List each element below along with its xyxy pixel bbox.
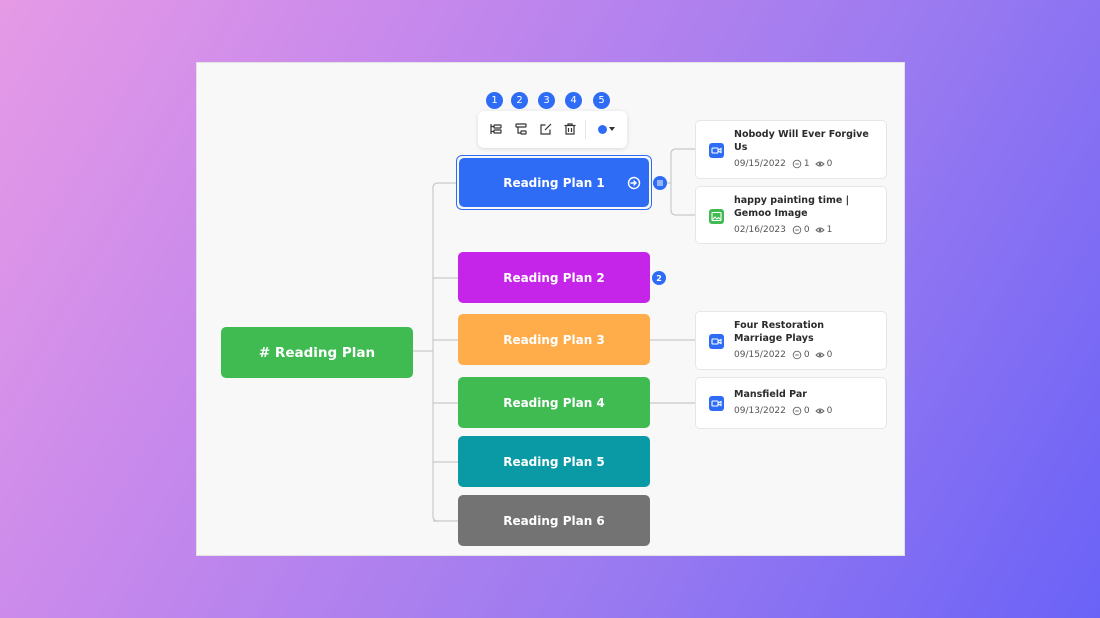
card-title: Four Restoration Marriage Plays xyxy=(734,320,825,344)
node-toolbar xyxy=(478,111,627,148)
image-icon xyxy=(709,209,724,224)
card-date: 09/15/2022 xyxy=(734,159,786,169)
view-count: 1 xyxy=(826,225,833,235)
eye-icon xyxy=(814,350,825,360)
comment-icon xyxy=(792,350,802,360)
comment-icon xyxy=(792,406,802,416)
comment-count: 0 xyxy=(803,225,810,235)
view-count: 0 xyxy=(826,159,833,169)
delete-icon[interactable] xyxy=(562,121,578,137)
attachment-card[interactable]: happy painting time | Gemoo Image 02/16/… xyxy=(695,186,887,244)
color-picker-button[interactable] xyxy=(598,125,607,134)
toolbar-divider xyxy=(585,120,586,139)
branch-label: Reading Plan 1 xyxy=(503,175,605,190)
add-sibling-node-icon[interactable] xyxy=(513,121,529,137)
view-count: 0 xyxy=(826,350,833,360)
comment-icon xyxy=(792,225,802,235)
root-node[interactable]: # Reading Plan xyxy=(221,327,413,378)
comment-count: 1 xyxy=(803,159,810,169)
branch-node-reading-plan-1[interactable]: Reading Plan 1 xyxy=(459,158,649,207)
step-number-4: 4 xyxy=(565,92,582,109)
attachment-card[interactable]: Nobody Will Ever Forgive Us 09/15/2022 1… xyxy=(695,120,887,179)
comment-count: 0 xyxy=(803,350,810,360)
step-number-1: 1 xyxy=(486,92,503,109)
branch-label: Reading Plan 2 xyxy=(503,270,605,285)
attachment-card[interactable]: Four Restoration Marriage Plays 09/15/20… xyxy=(695,311,887,370)
children-count-badge[interactable]: 2 xyxy=(652,271,666,285)
branch-label: Reading Plan 6 xyxy=(503,513,605,528)
step-number-2: 2 xyxy=(511,92,528,109)
eye-icon xyxy=(814,225,825,235)
attachment-card[interactable]: Mansfield Par 09/13/2022 0 0 xyxy=(695,377,887,429)
branch-node-reading-plan-5[interactable]: Reading Plan 5 xyxy=(458,436,650,487)
collapse-toggle-icon[interactable] xyxy=(653,176,667,190)
branch-node-reading-plan-2[interactable]: Reading Plan 2 xyxy=(458,252,650,303)
branch-node-reading-plan-3[interactable]: Reading Plan 3 xyxy=(458,314,650,365)
eye-icon xyxy=(814,406,825,416)
video-icon xyxy=(709,143,724,158)
branch-label: Reading Plan 4 xyxy=(503,395,605,410)
card-meta: 02/16/2023 0 1 xyxy=(734,225,832,235)
card-meta: 09/15/2022 1 0 xyxy=(734,159,832,169)
card-date: 02/16/2023 xyxy=(734,225,786,235)
root-node-label: # Reading Plan xyxy=(258,344,376,361)
edit-icon[interactable] xyxy=(538,121,554,137)
chevron-down-icon[interactable] xyxy=(609,127,615,131)
video-icon xyxy=(709,334,724,349)
step-number-5: 5 xyxy=(593,92,610,109)
view-count: 0 xyxy=(826,406,833,416)
add-child-node-icon[interactable] xyxy=(488,121,504,137)
branch-label: Reading Plan 5 xyxy=(503,454,605,469)
mindmap-canvas[interactable]: # Reading Plan Reading Plan 1 Reading Pl… xyxy=(196,62,905,556)
card-title: Nobody Will Ever Forgive Us xyxy=(734,129,869,153)
branch-node-reading-plan-4[interactable]: Reading Plan 4 xyxy=(458,377,650,428)
video-icon xyxy=(709,396,724,411)
branch-label: Reading Plan 3 xyxy=(503,332,605,347)
card-date: 09/15/2022 xyxy=(734,350,786,360)
card-date: 09/13/2022 xyxy=(734,406,786,416)
link-icon[interactable] xyxy=(627,176,641,190)
card-title: Mansfield Par xyxy=(734,389,807,400)
eye-icon xyxy=(814,159,825,169)
comment-count: 0 xyxy=(803,406,810,416)
comment-icon xyxy=(792,159,802,169)
step-number-3: 3 xyxy=(538,92,555,109)
branch-node-reading-plan-6[interactable]: Reading Plan 6 xyxy=(458,495,650,546)
card-title: happy painting time | Gemoo Image xyxy=(734,195,850,219)
card-meta: 09/13/2022 0 0 xyxy=(734,406,832,416)
card-meta: 09/15/2022 0 0 xyxy=(734,350,832,360)
